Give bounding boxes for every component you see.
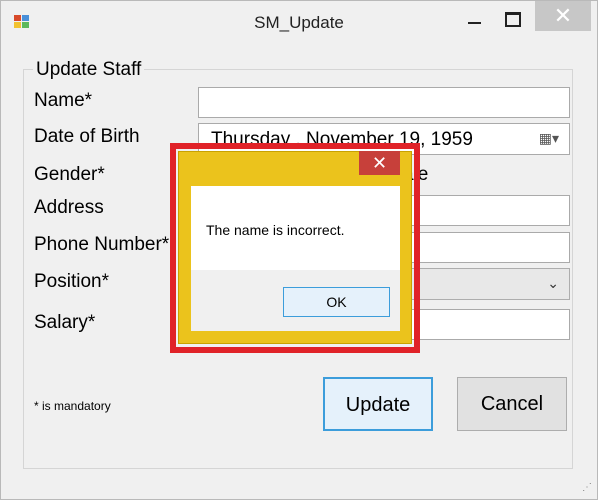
dob-label: Date of Birth xyxy=(34,126,140,147)
resize-grip-icon[interactable]: ⋰ xyxy=(582,482,592,493)
mandatory-note: * is mandatory xyxy=(34,399,111,413)
minimize-button[interactable] xyxy=(459,6,489,32)
gender-label: Gender* xyxy=(34,164,105,185)
dialog-message: The name is incorrect. xyxy=(206,222,345,238)
calendar-dropdown-icon[interactable]: ▦▾ xyxy=(539,130,559,147)
maximize-button[interactable] xyxy=(497,6,527,32)
ok-button[interactable]: OK xyxy=(283,287,390,317)
dialog-close-button[interactable]: ✕ xyxy=(359,151,400,175)
chevron-down-icon[interactable]: ⌄ xyxy=(547,275,559,292)
name-field[interactable] xyxy=(198,87,570,118)
address-label: Address xyxy=(34,197,104,218)
title-bar[interactable]: SM_Update ✕ xyxy=(1,1,597,45)
position-label: Position* xyxy=(34,271,109,292)
name-label: Name* xyxy=(34,90,93,111)
groupbox-title: Update Staff xyxy=(33,59,145,81)
phone-label: Phone Number* xyxy=(34,234,170,255)
cancel-button[interactable]: Cancel xyxy=(457,377,567,431)
close-button[interactable]: ✕ xyxy=(535,1,591,31)
salary-label: Salary* xyxy=(34,312,96,333)
update-button[interactable]: Update xyxy=(323,377,433,431)
